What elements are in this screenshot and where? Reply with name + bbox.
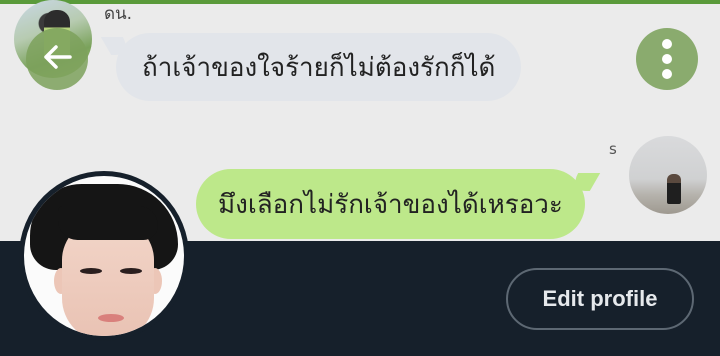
outgoing-message-bubble[interactable]: มึงเลือกไม่รักเจ้าของได้เหรอวะ xyxy=(196,169,585,239)
incoming-message-text: ถ้าเจ้าของใจร้ายก็ไม่ต้องรักก็ได้ xyxy=(142,52,496,83)
profile-avatar[interactable] xyxy=(19,171,189,341)
back-button[interactable] xyxy=(26,28,88,90)
more-vertical-icon xyxy=(662,39,672,49)
profile-avatar-image xyxy=(24,176,184,336)
avatar-person xyxy=(667,174,681,204)
outgoing-sender-name: s xyxy=(609,140,617,158)
edit-profile-button[interactable]: Edit profile xyxy=(506,268,694,330)
outgoing-message-text: มึงเลือกไม่รักเจ้าของได้เหรอวะ xyxy=(218,189,563,220)
incoming-message-bubble[interactable]: ถ้าเจ้าของใจร้ายก็ไม่ต้องรักก็ได้ xyxy=(116,33,522,101)
incoming-sender-name: ดน. xyxy=(104,4,133,24)
arrow-left-icon xyxy=(40,40,74,78)
menu-button[interactable] xyxy=(636,28,698,90)
sender-avatar-right[interactable] xyxy=(629,136,707,214)
